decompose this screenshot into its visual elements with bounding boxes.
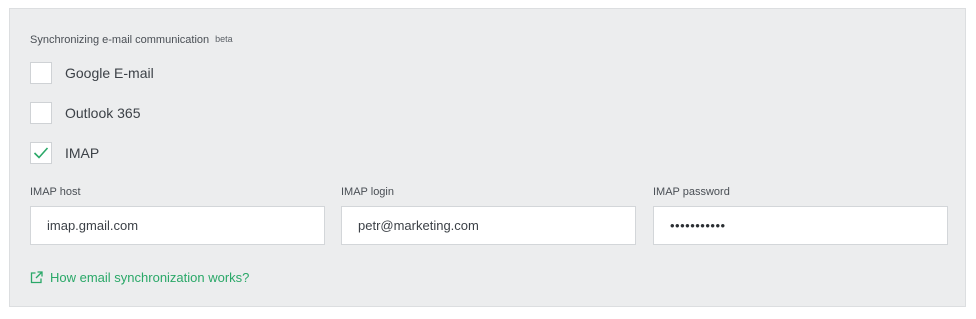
imap-login-input[interactable]: petr@marketing.com	[341, 206, 636, 245]
imap-label[interactable]: IMAP	[65, 145, 99, 161]
section-title: Synchronizing e-mail communication beta	[30, 34, 233, 46]
external-link-icon	[30, 271, 43, 284]
imap-password-field: IMAP password •••••••••••	[653, 185, 948, 245]
imap-password-input[interactable]: •••••••••••	[653, 206, 948, 245]
imap-password-label: IMAP password	[653, 186, 730, 198]
provider-imap-option[interactable]: IMAP	[30, 141, 99, 165]
google-email-label[interactable]: Google E-mail	[65, 65, 154, 81]
email-sync-panel: Synchronizing e-mail communication beta G…	[9, 8, 966, 307]
imap-host-field: IMAP host imap.gmail.com	[30, 185, 325, 245]
imap-checkbox[interactable]	[30, 142, 52, 164]
outlook-365-checkbox[interactable]	[30, 102, 52, 124]
provider-outlook-option[interactable]: Outlook 365	[30, 101, 141, 125]
imap-login-label: IMAP login	[341, 186, 394, 198]
google-email-checkbox[interactable]	[30, 62, 52, 84]
beta-badge: beta	[215, 34, 233, 44]
outlook-365-label[interactable]: Outlook 365	[65, 105, 141, 121]
imap-login-field: IMAP login petr@marketing.com	[341, 185, 636, 245]
imap-host-input[interactable]: imap.gmail.com	[30, 206, 325, 245]
section-title-text: Synchronizing e-mail communication	[30, 34, 210, 46]
imap-host-label: IMAP host	[30, 186, 81, 198]
help-link[interactable]: How email synchronization works?	[30, 270, 249, 285]
provider-google-option[interactable]: Google E-mail	[30, 61, 154, 85]
help-link-text[interactable]: How email synchronization works?	[50, 270, 249, 285]
checkmark-icon	[33, 147, 49, 159]
